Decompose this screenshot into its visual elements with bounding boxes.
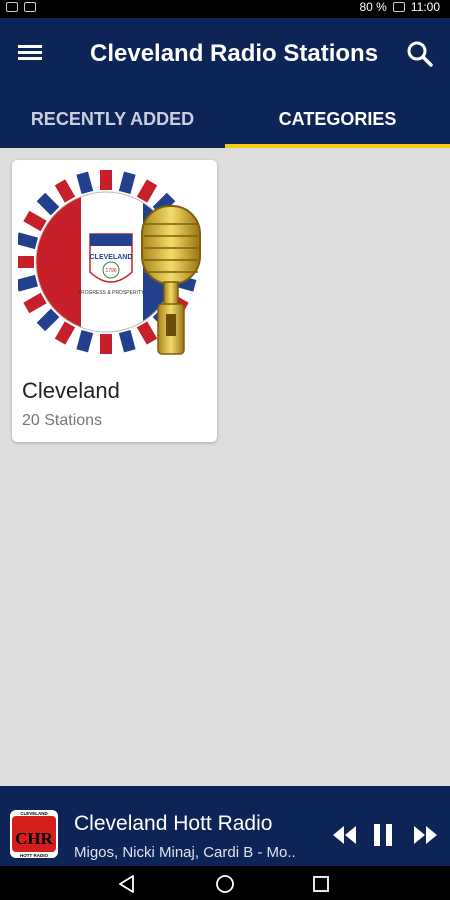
notification-icon bbox=[24, 2, 36, 12]
fast-forward-icon[interactable] bbox=[410, 820, 440, 850]
svg-text:CLEVELAND: CLEVELAND bbox=[20, 811, 48, 816]
svg-text:PROGRESS & PROSPERITY: PROGRESS & PROSPERITY bbox=[78, 290, 145, 296]
pause-icon[interactable] bbox=[368, 820, 398, 850]
station-logo[interactable]: CLEVELAND CHR HOTT RADIO bbox=[10, 810, 58, 858]
player-now-playing: Migos, Nicki Minaj, Cardi B - Mo.. bbox=[74, 844, 296, 861]
svg-text:CHR: CHR bbox=[15, 829, 54, 848]
battery-percent: 80 % bbox=[359, 0, 387, 14]
search-icon[interactable] bbox=[404, 38, 436, 70]
tab-recently-added[interactable]: RECENTLY ADDED bbox=[0, 90, 225, 148]
category-title: Cleveland bbox=[22, 378, 120, 403]
category-station-count: 20 Stations bbox=[22, 412, 103, 429]
player-station-name: Cleveland Hott Radio bbox=[74, 812, 273, 835]
svg-text:1796: 1796 bbox=[105, 268, 116, 274]
system-nav-bar bbox=[0, 866, 450, 900]
recents-icon[interactable] bbox=[310, 873, 332, 895]
notification-icon bbox=[6, 2, 18, 12]
svg-text:HOTT RADIO: HOTT RADIO bbox=[20, 853, 48, 858]
page-title: Cleveland Radio Stations bbox=[90, 40, 379, 67]
category-card-cleveland[interactable]: CLEVELAND 1796 PROGRESS & PROSPERITY Cle… bbox=[12, 160, 217, 442]
status-icons-left bbox=[6, 2, 36, 12]
now-playing-bar[interactable]: CLEVELAND CHR HOTT RADIO Cleveland Hott … bbox=[0, 786, 450, 866]
tab-selected-indicator bbox=[225, 144, 450, 148]
back-icon[interactable] bbox=[116, 873, 138, 895]
rewind-icon[interactable] bbox=[330, 820, 360, 850]
tab-bar: RECENTLY ADDED CATEGORIES bbox=[0, 90, 450, 148]
status-bar: 80 % 11:00 bbox=[0, 0, 450, 18]
status-icons-right: 80 % 11:00 bbox=[360, 0, 441, 14]
tab-categories[interactable]: CATEGORIES bbox=[225, 90, 450, 148]
app-bar: Cleveland Radio Stations bbox=[0, 18, 450, 90]
clock: 11:00 bbox=[410, 0, 440, 14]
battery-icon bbox=[392, 2, 405, 12]
svg-text:CLEVELAND: CLEVELAND bbox=[90, 254, 133, 261]
category-image: CLEVELAND 1796 PROGRESS & PROSPERITY bbox=[18, 170, 201, 355]
menu-icon[interactable] bbox=[18, 42, 52, 66]
home-icon[interactable] bbox=[214, 873, 236, 895]
